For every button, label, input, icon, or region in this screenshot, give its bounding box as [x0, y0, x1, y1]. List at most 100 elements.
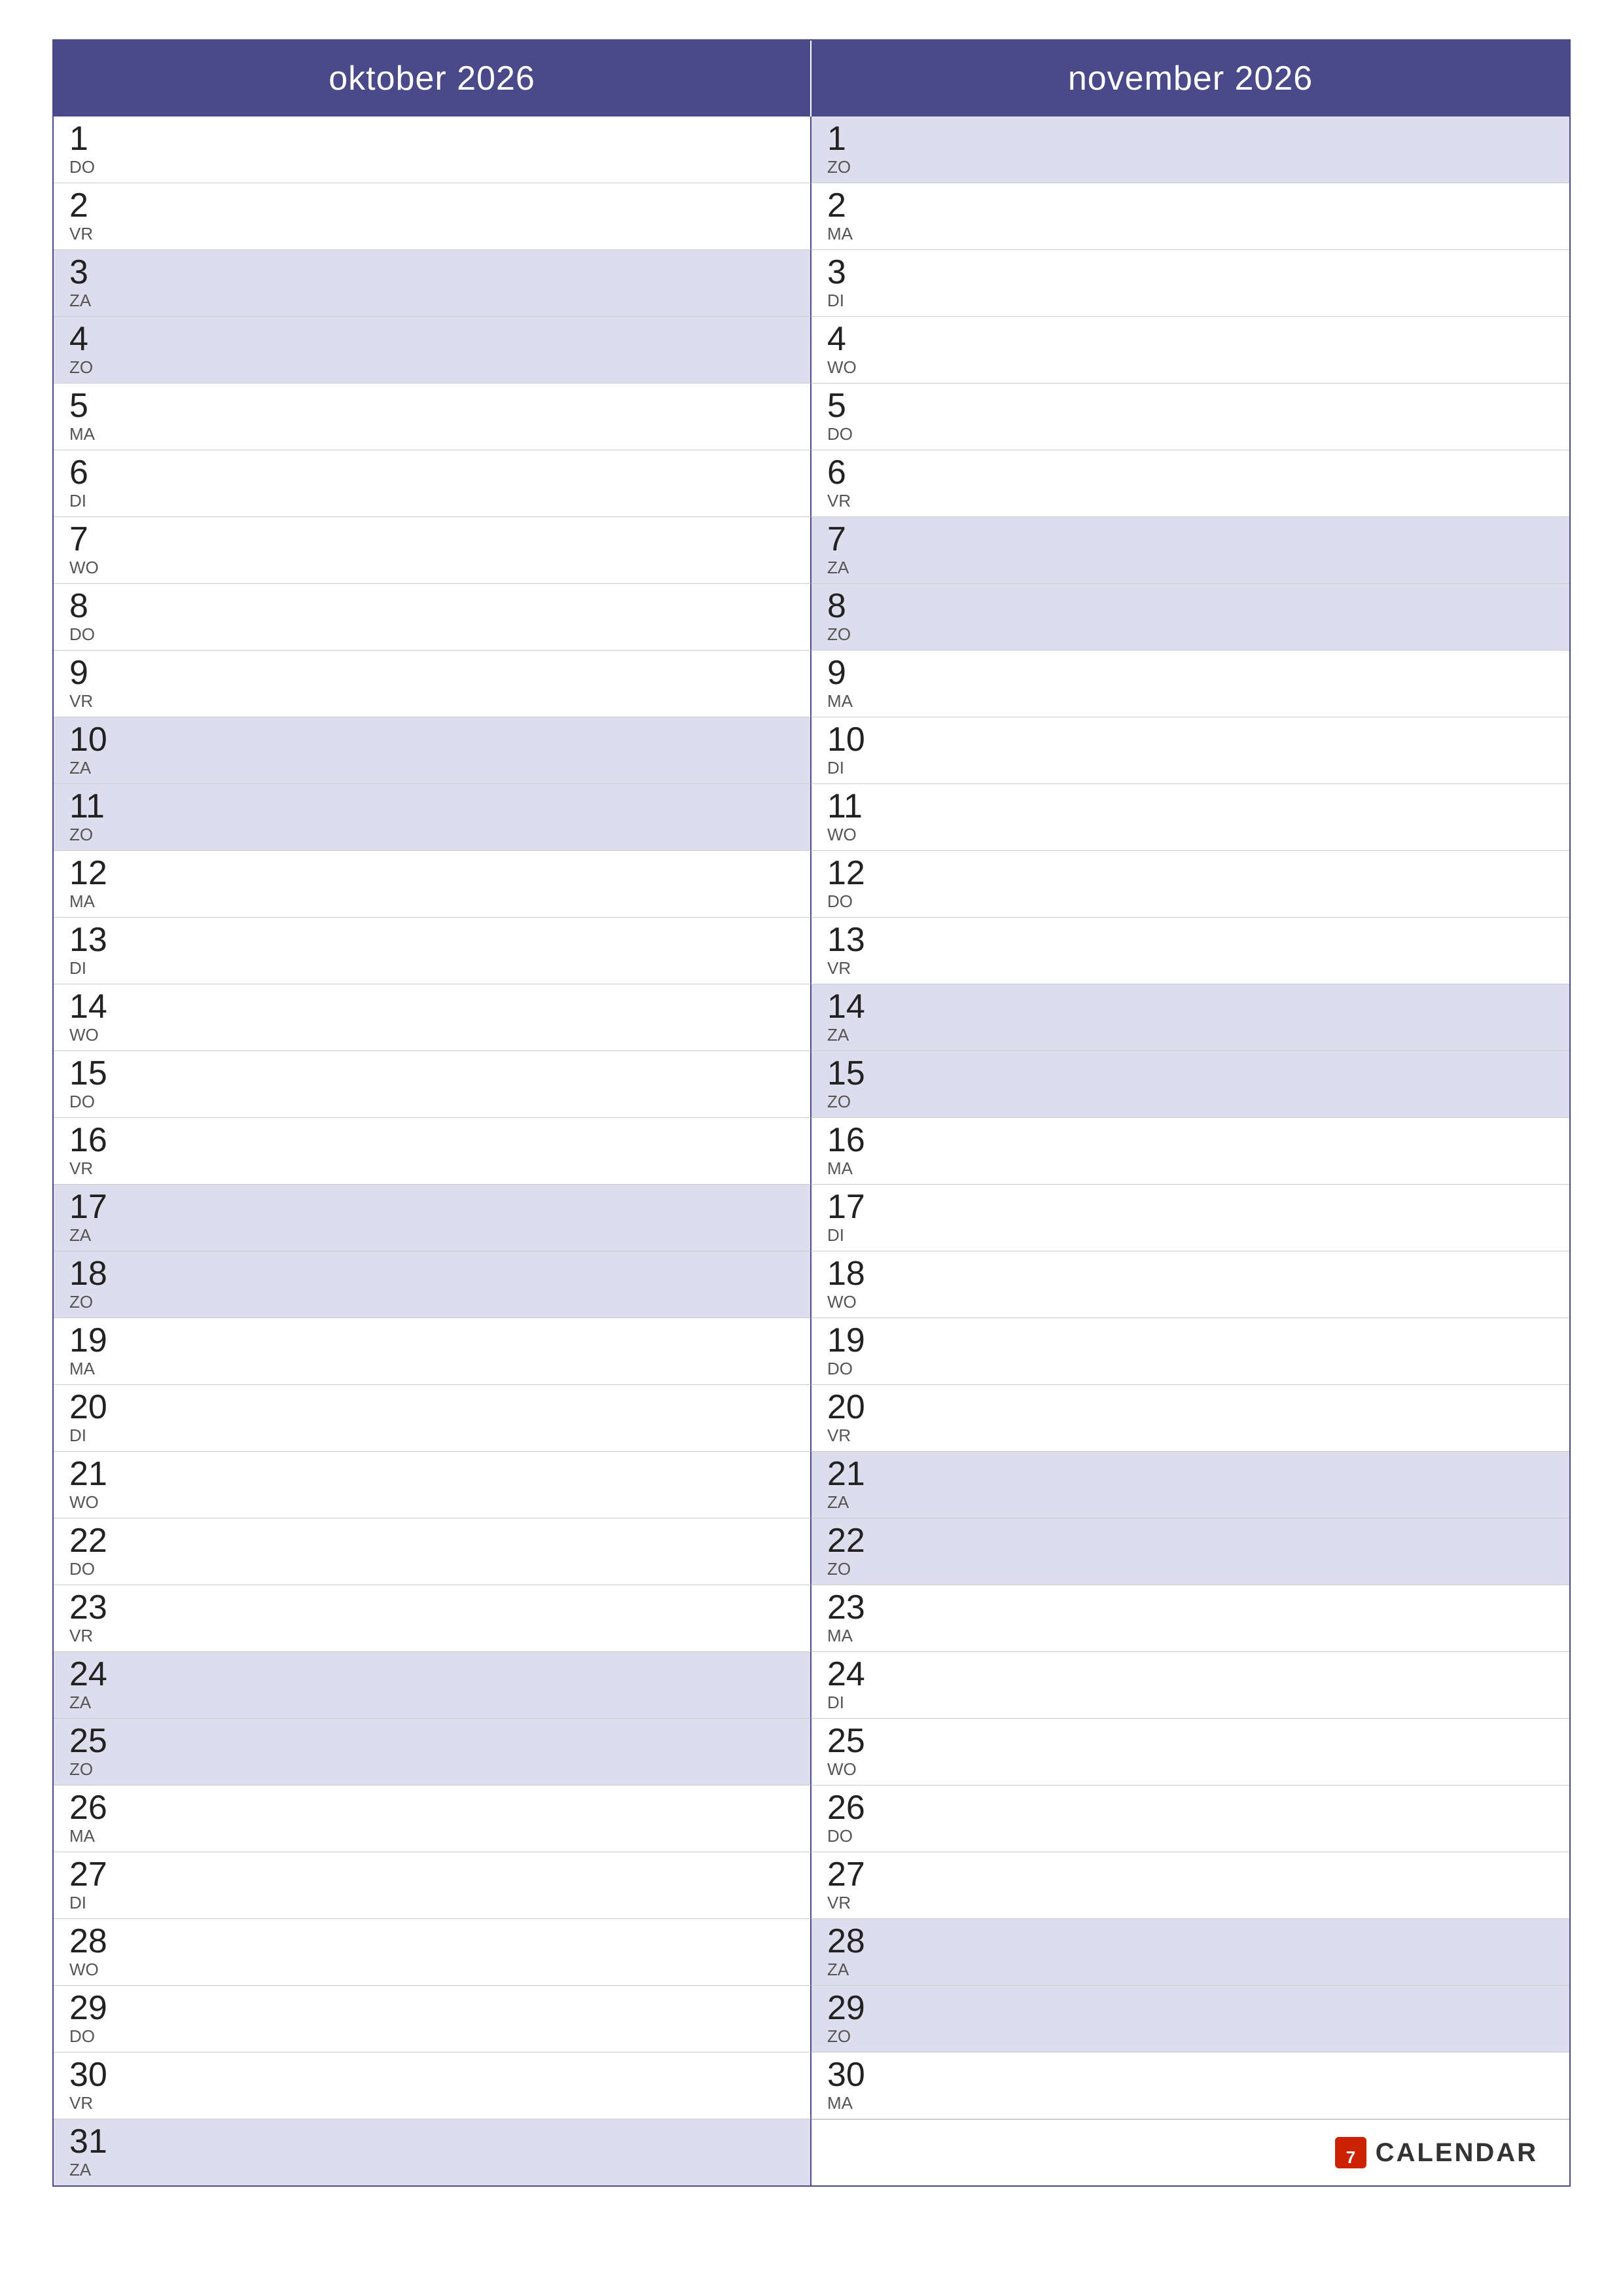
day-number: 24 — [69, 1657, 122, 1691]
day-info: 17 ZA — [69, 1190, 122, 1246]
right-day-row: 17 DI — [812, 1185, 1569, 1251]
logo-area: 7 CALENDAR — [1318, 2125, 1554, 2180]
left-day-row: 20 DI — [54, 1385, 812, 1452]
day-number: 6 — [69, 456, 122, 490]
day-info: 6 DI — [69, 456, 122, 511]
day-info: 22 DO — [69, 1524, 122, 1579]
day-number: 29 — [827, 1991, 880, 2025]
day-number: 9 — [827, 656, 880, 690]
day-info: 26 MA — [69, 1791, 122, 1846]
day-name: DO — [69, 1092, 122, 1112]
right-day-row: 16 MA — [812, 1118, 1569, 1185]
day-number: 23 — [827, 1590, 880, 1624]
right-month-title: november 2026 — [1068, 60, 1313, 98]
day-name: WO — [827, 357, 880, 378]
day-number: 6 — [827, 456, 880, 490]
logo-text: CALENDAR — [1376, 2138, 1538, 2168]
day-number: 21 — [69, 1457, 122, 1491]
day-name: WO — [827, 1292, 880, 1312]
day-number: 27 — [827, 1857, 880, 1892]
day-name: DO — [827, 1359, 880, 1379]
day-info: 21 WO — [69, 1457, 122, 1513]
day-number: 15 — [69, 1056, 122, 1090]
day-info: 4 ZO — [69, 322, 122, 378]
day-name: VR — [827, 1893, 880, 1913]
day-number: 28 — [69, 1924, 122, 1958]
day-name: WO — [827, 825, 880, 845]
day-info: 25 WO — [827, 1724, 880, 1780]
day-info: 5 MA — [69, 389, 122, 444]
left-day-row: 9 VR — [54, 651, 812, 717]
day-number: 18 — [827, 1257, 880, 1291]
day-info: 25 ZO — [69, 1724, 122, 1780]
day-name: ZO — [827, 624, 880, 645]
day-info: 15 DO — [69, 1056, 122, 1112]
day-info: 21 ZA — [827, 1457, 880, 1513]
day-info: 17 DI — [827, 1190, 880, 1246]
right-day-row: 24 DI — [812, 1652, 1569, 1719]
left-day-row: 30 VR — [54, 2053, 812, 2119]
day-name: WO — [69, 1960, 122, 1980]
right-day-row: 13 VR — [812, 918, 1569, 984]
day-number: 8 — [827, 589, 880, 623]
day-info: 28 ZA — [827, 1924, 880, 1980]
left-day-row: 28 WO — [54, 1919, 812, 1986]
day-info: 23 MA — [827, 1590, 880, 1646]
day-number: 7 — [69, 522, 122, 556]
day-info: 14 ZA — [827, 990, 880, 1045]
day-info: 29 DO — [69, 1991, 122, 2047]
day-info: 24 DI — [827, 1657, 880, 1713]
day-name: ZO — [827, 1559, 880, 1579]
left-day-row: 11 ZO — [54, 784, 812, 851]
left-day-row: 22 DO — [54, 1518, 812, 1585]
day-info: 2 VR — [69, 188, 122, 244]
day-number: 13 — [69, 923, 122, 957]
day-name: ZA — [69, 1693, 122, 1713]
day-number: 9 — [69, 656, 122, 690]
right-day-row: 6 VR — [812, 450, 1569, 517]
day-number: 10 — [69, 723, 122, 757]
right-day-row: 14 ZA — [812, 984, 1569, 1051]
day-info: 3 ZA — [69, 255, 122, 311]
day-number: 20 — [69, 1390, 122, 1424]
day-name: ZA — [827, 558, 880, 578]
day-name: VR — [827, 958, 880, 978]
left-day-row: 4 ZO — [54, 317, 812, 384]
day-name: DI — [827, 1225, 880, 1246]
day-number: 15 — [827, 1056, 880, 1090]
day-info: 9 VR — [69, 656, 122, 711]
day-name: DI — [69, 491, 122, 511]
day-number: 16 — [69, 1123, 122, 1157]
day-info: 26 DO — [827, 1791, 880, 1846]
right-day-row: 4 WO — [812, 317, 1569, 384]
day-info: 10 DI — [827, 723, 880, 778]
left-day-row: 5 MA — [54, 384, 812, 450]
day-name: ZO — [827, 1092, 880, 1112]
day-name: ZO — [827, 157, 880, 177]
day-number: 10 — [827, 723, 880, 757]
day-number: 23 — [69, 1590, 122, 1624]
day-name: VR — [827, 491, 880, 511]
right-day-row: 20 VR — [812, 1385, 1569, 1452]
left-day-row: 23 VR — [54, 1585, 812, 1652]
day-name: VR — [827, 1426, 880, 1446]
left-day-row: 16 VR — [54, 1118, 812, 1185]
day-info: 4 WO — [827, 322, 880, 378]
day-name: DI — [69, 1426, 122, 1446]
day-info: 10 ZA — [69, 723, 122, 778]
left-day-row: 31 ZA — [54, 2119, 812, 2185]
day-number: 16 — [827, 1123, 880, 1157]
day-name: MA — [69, 424, 122, 444]
left-month-title: oktober 2026 — [329, 60, 535, 98]
right-day-row: 23 MA — [812, 1585, 1569, 1652]
day-number: 29 — [69, 1991, 122, 2025]
day-number: 21 — [827, 1457, 880, 1491]
day-info: 20 DI — [69, 1390, 122, 1446]
left-day-row: 8 DO — [54, 584, 812, 651]
day-info: 16 MA — [827, 1123, 880, 1179]
right-day-row: 3 DI — [812, 250, 1569, 317]
day-info: 2 MA — [827, 188, 880, 244]
day-number: 22 — [827, 1524, 880, 1558]
day-name: VR — [69, 2093, 122, 2113]
left-day-row: 21 WO — [54, 1452, 812, 1518]
